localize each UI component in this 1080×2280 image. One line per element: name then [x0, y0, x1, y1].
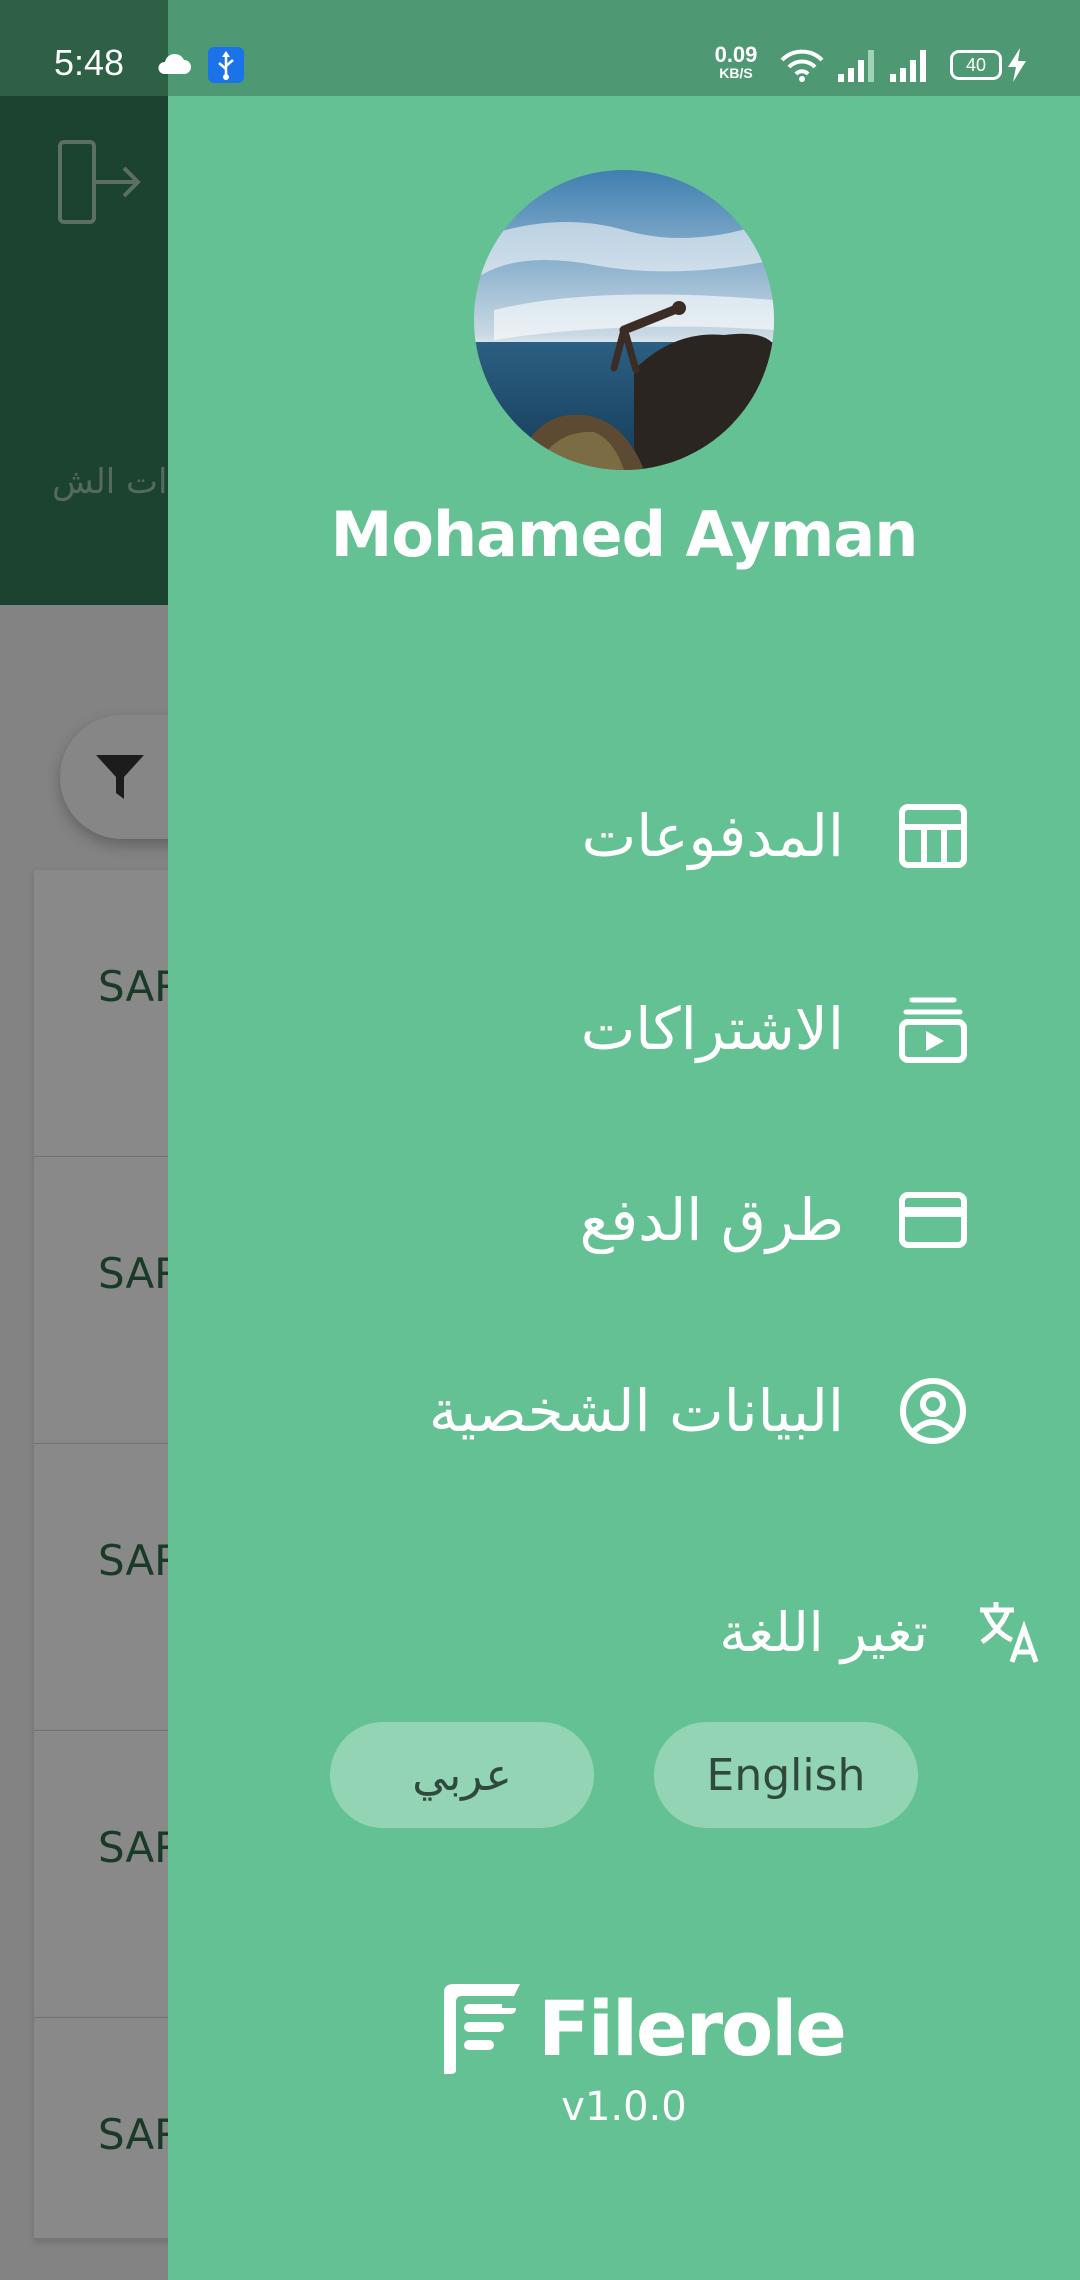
credit-card-icon [899, 1192, 967, 1248]
menu-item-label: المدفوعات [581, 802, 844, 870]
navigation-drawer: Mohamed Ayman المدفوعات الاشتراكات طرق ا… [168, 0, 1080, 2280]
menu-item-label: الاشتراكات [580, 995, 844, 1063]
menu-item-subscriptions[interactable]: الاشتراكات [228, 974, 968, 1084]
avatar-image [474, 170, 774, 470]
status-bar: 5:48 0.09 KB/S 40 [0, 0, 1080, 96]
menu-item-personal-info[interactable]: البيانات الشخصية [228, 1356, 968, 1466]
brand-name: Filerole [538, 1984, 847, 2073]
filerole-logo-icon [444, 1984, 522, 2074]
user-name: Mohamed Ayman [330, 498, 919, 571]
translate-icon [980, 1602, 1039, 1663]
account-circle-icon [900, 1378, 966, 1444]
battery-icon: 40 [950, 50, 1002, 80]
status-time: 5:48 [54, 42, 125, 83]
network-speed-value: 0.09 [714, 42, 758, 67]
arabic-language-button[interactable]: عربي [330, 1722, 594, 1828]
change-language: تغير اللغة [228, 1582, 1044, 1682]
menu-item-payment-methods[interactable]: طرق الدفع [228, 1165, 968, 1275]
change-language-label: تغير اللغة [719, 1600, 928, 1664]
table-icon [899, 804, 967, 868]
network-speed: 0.09 KB/S [712, 42, 760, 81]
menu-item-label: طرق الدفع [579, 1186, 844, 1254]
usb-icon [208, 47, 244, 83]
charging-bolt-icon [1008, 48, 1026, 82]
app-version: v1.0.0 [561, 2084, 687, 2130]
wifi-icon [780, 49, 824, 82]
cloud-icon [158, 53, 191, 74]
avatar[interactable] [474, 170, 774, 470]
subscriptions-icon [899, 997, 967, 1063]
signal-icon [838, 50, 874, 82]
english-language-button[interactable]: English [654, 1722, 918, 1828]
network-speed-unit: KB/S [719, 65, 753, 81]
signal-icon [890, 50, 926, 82]
brand-logo: Filerole [442, 1982, 847, 2082]
menu-item-payments[interactable]: المدفوعات [228, 781, 968, 891]
menu-item-label: البيانات الشخصية [428, 1377, 844, 1445]
